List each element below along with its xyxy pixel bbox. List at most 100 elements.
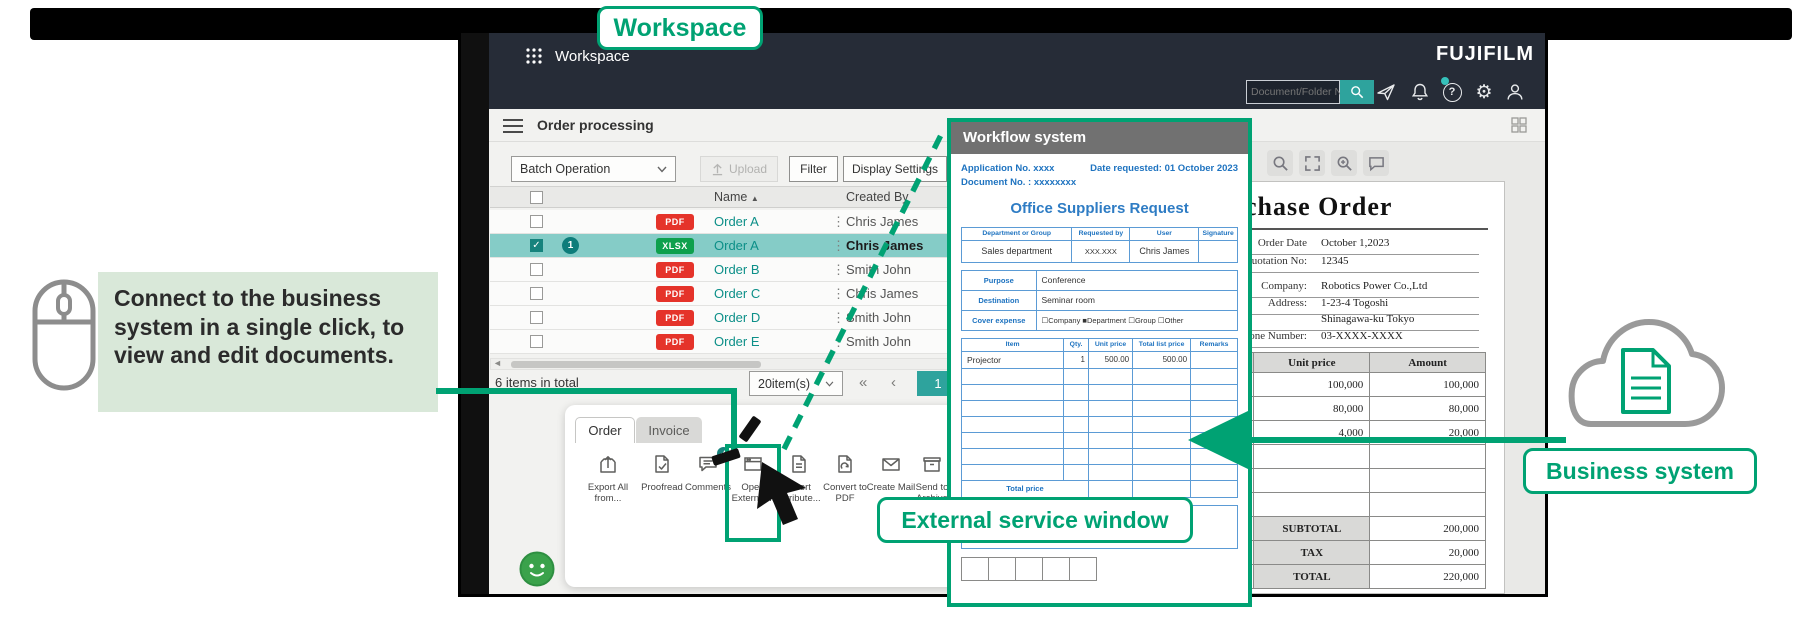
subtotal-label: SUBTOTAL [1254,517,1370,541]
subtotal-value: 200,000 [1370,517,1486,541]
col-header: Remarks [1191,338,1238,351]
search-icon [1350,85,1364,99]
creator: Chris James [846,238,923,253]
document-no: Document No. : xxxxxxxx [961,176,1076,190]
comment-icon[interactable] [1363,150,1389,176]
cell: Projector [962,351,1064,368]
col-header: Qty. [1064,338,1089,351]
selection-number-badge: 1 [562,237,579,254]
row-menu-icon[interactable]: ⋮ [832,215,845,228]
application-no: Application No. xxxx [961,162,1076,176]
fit-screen-icon[interactable] [1299,150,1325,176]
view-grid-icon[interactable] [1511,117,1527,138]
left-rail [461,33,489,594]
filetype-badge: PDF [656,286,694,302]
cell: 100,000 [1254,373,1370,397]
cell [1199,240,1238,262]
filetype-badge: PDF [656,262,694,278]
cell: 80,000 [1370,397,1486,421]
tab-order[interactable]: Order [575,417,635,443]
row-checkbox[interactable] [530,287,543,300]
filetype-badge: PDF [656,214,694,230]
cell: 500.00 [1088,351,1132,368]
document-link[interactable]: Order D [714,310,760,325]
row-menu-icon[interactable]: ⋮ [832,335,845,348]
column-created-by[interactable]: Created By [846,190,909,204]
action-label: Export All from... [581,483,635,505]
upload-button[interactable]: Upload [700,156,778,182]
page-title: Order processing [537,117,654,133]
page-size-label: 20item(s) [758,377,810,391]
row-label: Purpose [962,270,1037,290]
upload-label: Upload [729,162,767,176]
row-checkbox[interactable] [530,335,543,348]
search-button[interactable] [1340,80,1374,104]
col-header: Requested by [1072,227,1130,240]
row-menu-icon[interactable]: ⋮ [832,239,845,252]
zoom-in-icon[interactable] [1331,150,1357,176]
select-all-checkbox[interactable] [530,191,543,204]
row-menu-icon[interactable]: ⋮ [832,263,845,276]
col-header: Signature [1199,227,1238,240]
stamp-box [1015,557,1043,581]
tab-invoice[interactable]: Invoice [636,417,702,443]
tab-invoice-label: Invoice [648,423,689,438]
filter-button[interactable]: Filter [789,156,838,182]
row-value: Conference [1036,270,1237,290]
cell: XXX.XXX [1072,240,1130,262]
document-link[interactable]: Order A [714,238,759,253]
creator: Smith John [846,310,911,325]
row-checkbox[interactable] [530,311,543,324]
search-icon[interactable] [1267,150,1293,176]
first-page-button[interactable]: « [859,374,867,391]
document-link[interactable]: Order E [714,334,760,349]
action-export-all[interactable]: Export All from... [581,453,635,505]
display-settings-label: Display Settings [852,162,938,176]
col-header: Item [962,338,1064,351]
row-menu-icon[interactable]: ⋮ [832,311,845,324]
row-label: Destination [962,290,1037,310]
filetype-badge: PDF [656,334,694,350]
page-size-select[interactable]: 20item(s) [749,371,843,396]
search-input[interactable] [1247,81,1347,103]
row-checkbox[interactable] [530,215,543,228]
creator: Chris James [846,214,918,229]
cell [1191,351,1238,368]
profile-icon[interactable] [1503,80,1527,104]
notifications-icon[interactable] [1408,80,1432,104]
insert-attribute-icon [788,453,810,475]
settings-icon[interactable]: ⚙ [1472,80,1496,104]
sort-asc-icon: ▲ [751,194,759,203]
creator: Chris James [846,286,918,301]
document-link[interactable]: Order B [714,262,760,277]
chevron-down-icon [657,166,667,173]
prev-page-button[interactable]: ‹ [891,374,896,391]
search-input-wrap [1246,80,1340,104]
workspace-tag: Workspace [597,6,763,50]
row-checkbox[interactable] [530,263,543,276]
export-icon [597,453,619,475]
row-value: ☐Company ■Department ☐Group ☐Other [1036,310,1237,330]
creator: Smith John [846,262,911,277]
date-requested: Date requested: 01 October 2023 [1090,162,1238,191]
workflow-window-titlebar[interactable]: Workflow system [951,122,1248,154]
upload-icon [711,163,724,176]
column-name[interactable]: Name ▲ [714,190,759,204]
menu-icon[interactable] [503,118,523,139]
document-link[interactable]: Order C [714,286,760,301]
col-amount: Amount [1370,353,1486,373]
scroll-left-arrow[interactable]: ◄ [493,358,502,368]
row-checkbox-checked[interactable]: ✓ [530,239,543,252]
tax-value: 20,000 [1370,541,1486,565]
help-icon[interactable]: ? [1440,80,1464,104]
display-settings-button[interactable]: Display Settings [843,156,947,182]
assistant-icon[interactable] [519,551,555,587]
batch-operation-select[interactable]: Batch Operation [511,156,676,182]
send-icon[interactable] [1374,80,1398,104]
document-link[interactable]: Order A [714,214,759,229]
row-menu-icon[interactable]: ⋮ [832,287,845,300]
scrollbar-thumb[interactable] [511,361,761,368]
marketing-composite: Workspace FUJIFILM [0,0,1800,630]
apps-grid-icon[interactable] [525,47,543,70]
info-table: Purpose Conference Destination Seminar r… [961,270,1238,331]
